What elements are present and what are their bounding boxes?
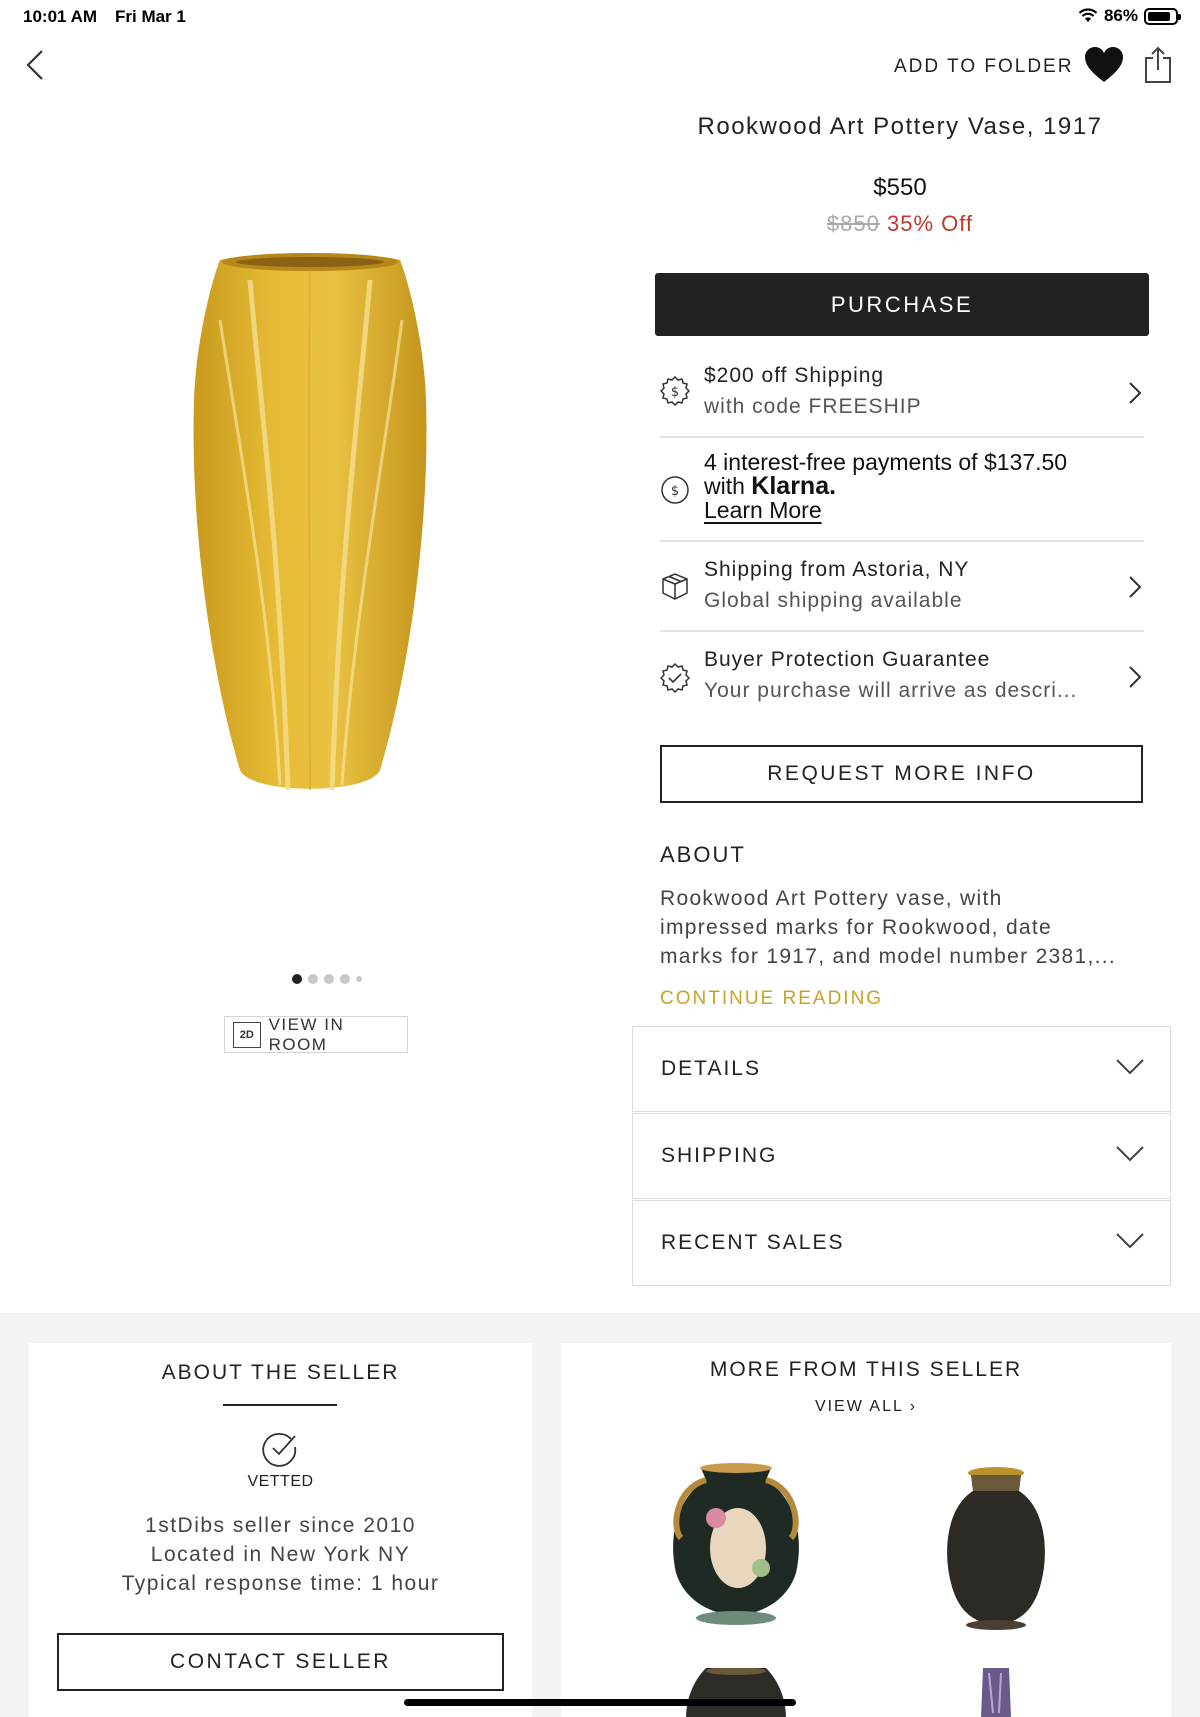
dollar-badge-icon: $ bbox=[660, 376, 690, 406]
heart-icon bbox=[1085, 47, 1123, 82]
continue-reading-link[interactable]: CONTINUE READING bbox=[660, 988, 883, 1010]
seller-since: 1stDibs seller since 2010 bbox=[145, 1514, 416, 1537]
product-thumbnail[interactable] bbox=[971, 1668, 1021, 1717]
about-line: marks for 1917, and model number 2381,..… bbox=[660, 945, 1117, 968]
shield-check-icon bbox=[660, 663, 690, 693]
product-thumbnail[interactable] bbox=[666, 1458, 806, 1628]
back-button[interactable] bbox=[20, 45, 50, 85]
status-time: 10:01 AM bbox=[23, 7, 98, 26]
about-seller-card: ABOUT THE SELLER VETTED 1stDibs seller s… bbox=[29, 1343, 532, 1717]
product-thumbnail[interactable] bbox=[941, 1463, 1051, 1633]
buyer-protection-title: Buyer Protection Guarantee bbox=[704, 648, 991, 671]
about-heading: ABOUT bbox=[660, 842, 746, 867]
original-price: $850 bbox=[826, 211, 880, 236]
view-all-link[interactable]: VIEW ALL › bbox=[561, 1398, 1171, 1416]
accordion-shipping[interactable]: SHIPPING bbox=[632, 1113, 1171, 1199]
about-line: Rookwood Art Pottery vase, with bbox=[660, 887, 1003, 910]
shipping-from-row[interactable]: Shipping from Astoria, NY Global shippin… bbox=[660, 542, 1144, 632]
seller-location: Located in New York NY bbox=[150, 1543, 411, 1566]
shipping-from-title: Shipping from Astoria, NY bbox=[704, 558, 970, 581]
share-icon bbox=[1145, 46, 1171, 83]
about-description: Rookwood Art Pottery vase, with impresse… bbox=[660, 884, 1130, 971]
pagination-dot[interactable] bbox=[356, 976, 362, 982]
pagination-dot[interactable] bbox=[340, 974, 350, 984]
svg-text:$: $ bbox=[671, 484, 679, 499]
product-price: $550 bbox=[873, 174, 927, 201]
product-image[interactable] bbox=[180, 250, 440, 810]
more-from-seller-heading: MORE FROM THIS SELLER bbox=[709, 1358, 1023, 1381]
divider bbox=[223, 1404, 337, 1406]
svg-text:$: $ bbox=[671, 385, 679, 400]
klarna-line1: 4 interest-free payments of $137.50 bbox=[704, 449, 1068, 475]
about-seller-heading: ABOUT THE SELLER bbox=[161, 1361, 400, 1384]
view-in-room-button[interactable]: 2D VIEW IN ROOM bbox=[224, 1014, 408, 1054]
shipping-from-subtitle: Global shipping available bbox=[704, 589, 963, 612]
accordion-label: DETAILS bbox=[661, 1057, 761, 1080]
add-to-folder-button[interactable]: ADD TO FOLDER bbox=[894, 56, 1073, 78]
klarna-line2: with Klarna. bbox=[704, 472, 1067, 500]
share-button[interactable] bbox=[1143, 44, 1173, 86]
view-in-room-label: VIEW IN ROOM bbox=[268, 1014, 345, 1054]
accordion-label: RECENT SALES bbox=[661, 1231, 845, 1254]
chevron-right-icon: › bbox=[909, 1398, 918, 1415]
vetted-check-icon bbox=[262, 1432, 297, 1467]
shipping-offer-subtitle: with code FREESHIP bbox=[704, 395, 922, 418]
purchase-button[interactable]: PURCHASE bbox=[655, 273, 1149, 336]
battery-level bbox=[1148, 11, 1171, 21]
chevron-left-icon bbox=[26, 50, 43, 80]
vetted-label: VETTED bbox=[247, 1473, 314, 1490]
product-title: Rookwood Art Pottery Vase, 1917 bbox=[697, 113, 1103, 140]
about-line: impressed marks for Rookwood, date bbox=[660, 916, 1053, 939]
battery-percent: 86% bbox=[1103, 6, 1138, 25]
pagination-dot[interactable] bbox=[292, 974, 302, 984]
klarna-with: with bbox=[704, 473, 745, 499]
klarna-logo: Klarna. bbox=[751, 472, 837, 500]
chevron-right-icon bbox=[1129, 576, 1142, 598]
buyer-protection-row[interactable]: Buyer Protection Guarantee Your purchase… bbox=[660, 632, 1144, 722]
view-2d-icon: 2D bbox=[233, 1021, 261, 1048]
wifi-icon bbox=[1078, 8, 1098, 22]
home-indicator[interactable] bbox=[404, 1699, 796, 1706]
chevron-right-icon bbox=[1129, 382, 1142, 404]
chevron-down-icon bbox=[1116, 1233, 1144, 1249]
vase-image bbox=[193, 253, 427, 791]
accordion-label: SHIPPING bbox=[661, 1144, 778, 1167]
chevron-down-icon bbox=[1116, 1146, 1144, 1162]
seller-response-time: Typical response time: 1 hour bbox=[121, 1572, 440, 1595]
status-date: Fri Mar 1 bbox=[115, 7, 186, 26]
accordion-details[interactable]: DETAILS bbox=[632, 1026, 1171, 1112]
buyer-protection-subtitle: Your purchase will arrive as descri... bbox=[704, 679, 1078, 702]
accordion-recent-sales[interactable]: RECENT SALES bbox=[632, 1200, 1171, 1286]
chevron-right-icon bbox=[1129, 666, 1142, 688]
shipping-offer-title: $200 off Shipping bbox=[704, 364, 885, 387]
pagination-dot[interactable] bbox=[324, 974, 334, 984]
product-thumbnail[interactable] bbox=[681, 1668, 791, 1717]
dollar-circle-icon: $ bbox=[661, 476, 689, 504]
discount-label: 35% Off bbox=[886, 211, 974, 236]
shipping-offer-row[interactable]: $ $200 off Shipping with code FREESHIP bbox=[660, 348, 1144, 438]
chevron-down-icon bbox=[1116, 1059, 1144, 1075]
battery-icon bbox=[1144, 7, 1181, 25]
view-all-label: VIEW ALL bbox=[814, 1398, 904, 1415]
status-indicators: 86% bbox=[1078, 6, 1181, 26]
klarna-info: 4 interest-free payments of $137.50 with… bbox=[704, 450, 1067, 522]
learn-more-link[interactable]: Learn More bbox=[704, 497, 822, 523]
contact-seller-button[interactable]: CONTACT SELLER bbox=[57, 1633, 504, 1691]
image-pagination[interactable] bbox=[292, 974, 362, 984]
more-from-seller-card: MORE FROM THIS SELLER VIEW ALL › bbox=[561, 1343, 1171, 1717]
favorite-button[interactable] bbox=[1083, 45, 1125, 85]
price-discount-row: $850 35% Off bbox=[640, 211, 1160, 237]
request-more-info-button[interactable]: REQUEST MORE INFO bbox=[660, 745, 1143, 803]
pagination-dot[interactable] bbox=[308, 974, 318, 984]
seller-info: 1stDibs seller since 2010 Located in New… bbox=[29, 1511, 532, 1598]
status-bar: 10:01 AM Fri Mar 1 86% bbox=[0, 0, 1200, 34]
package-icon bbox=[662, 573, 688, 600]
